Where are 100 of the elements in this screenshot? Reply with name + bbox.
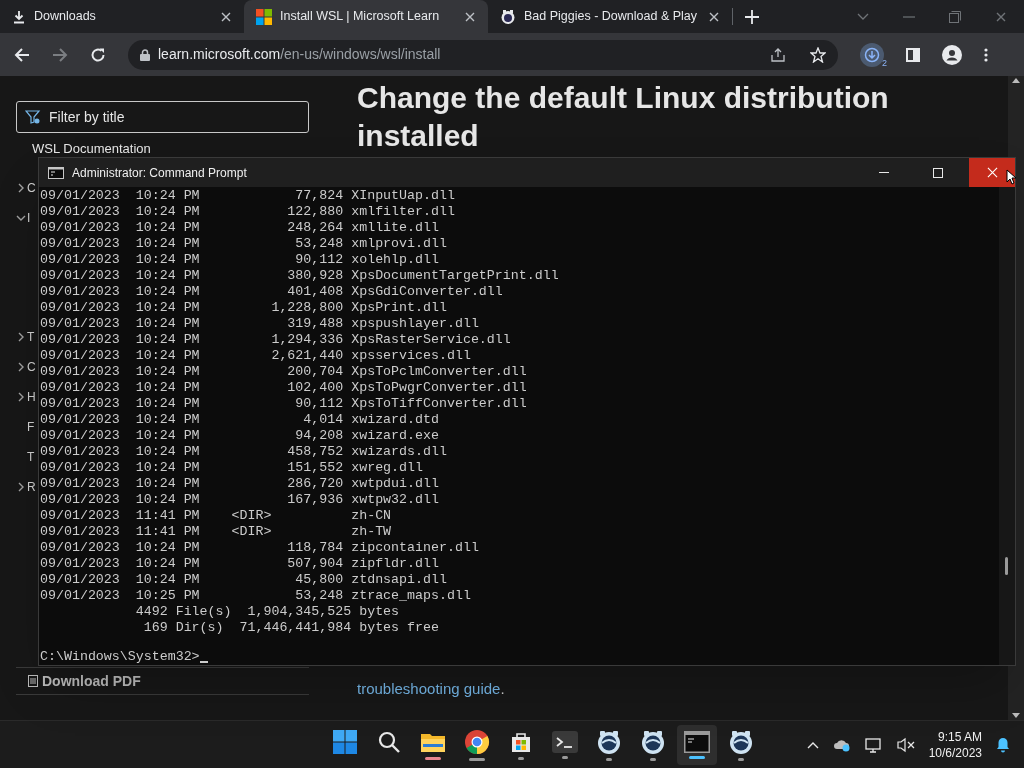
nav-item[interactable]: I xyxy=(27,211,31,225)
console-line: 09/01/2023 10:24 PM 2,621,440 xpsservices.dll xyxy=(40,348,472,364)
console-line: 09/01/2023 10:24 PM 286,720 xwtpdui.dll xyxy=(40,476,440,492)
terminal-icon xyxy=(552,730,579,753)
game-icon xyxy=(640,728,667,755)
scroll-down-icon[interactable] xyxy=(1012,713,1020,718)
side-panel-icon[interactable] xyxy=(906,47,920,62)
console-line: 09/01/2023 10:24 PM 1,294,336 XpsRasterService.dll xyxy=(40,332,512,348)
chevron-down-icon[interactable] xyxy=(857,12,869,21)
new-tab-icon[interactable] xyxy=(745,9,759,24)
chevron-right-icon[interactable] xyxy=(18,183,24,193)
command-prompt: C:\Windows\System32> xyxy=(40,649,200,665)
download-pdf-link[interactable]: Download PDF xyxy=(42,670,141,692)
close-icon[interactable] xyxy=(464,10,476,23)
close-icon xyxy=(986,167,998,178)
console-line: 4492 File(s) 1,904,345,525 bytes xyxy=(134,604,401,620)
console-line: 09/01/2023 10:24 PM 4,014 xwizard.dtd xyxy=(40,412,440,428)
close-icon[interactable] xyxy=(220,10,232,23)
nav-item[interactable]: H xyxy=(27,390,36,404)
filter-input[interactable]: Filter by title xyxy=(49,106,300,128)
forward-icon[interactable] xyxy=(52,46,68,63)
search-icon xyxy=(377,729,402,754)
nav-item[interactable]: R xyxy=(27,480,36,494)
filter-field[interactable]: Filter by title xyxy=(16,101,309,133)
page-heading: Change the default Linux distribution installed xyxy=(356,80,890,154)
reload-icon[interactable] xyxy=(90,46,106,63)
console-line: 09/01/2023 10:24 PM 167,936 xwtpw32.dll xyxy=(40,492,440,508)
menu-icon[interactable] xyxy=(984,47,988,62)
clock-date[interactable]: 10/6/2023 xyxy=(928,744,982,761)
console-line: 09/01/2023 10:24 PM 90,112 xolehlp.dll xyxy=(40,252,440,268)
console-line: 09/01/2023 10:24 PM 1,228,800 XpsPrint.dll xyxy=(40,300,448,316)
game-icon xyxy=(596,728,623,755)
console-icon xyxy=(684,730,711,753)
browser-tab[interactable]: Downloads xyxy=(0,0,244,33)
paragraph-text: troubleshooting guide. xyxy=(356,678,506,699)
chevron-right-icon[interactable] xyxy=(18,332,24,342)
console-line: 09/01/2023 10:24 PM 380,928 XpsDocumentTargetPrint.dll xyxy=(40,268,560,284)
console-line: 09/01/2023 11:41 PM <DIR> zh-TW xyxy=(40,524,393,540)
tab-title: Bad Piggies - Download & Play xyxy=(524,8,698,26)
document-icon xyxy=(28,675,38,687)
clock-time[interactable]: 9:15 AM xyxy=(938,728,982,745)
close-button[interactable] xyxy=(969,158,1015,187)
game-icon xyxy=(728,728,755,755)
share-icon[interactable] xyxy=(770,46,786,63)
bell-icon[interactable] xyxy=(996,736,1010,753)
monitor-icon[interactable] xyxy=(864,736,883,753)
console-line: 09/01/2023 10:24 PM 122,880 xmlfilter.dll xyxy=(40,204,456,220)
console-line: 09/01/2023 10:24 PM 248,264 xmllite.dll xyxy=(40,220,440,236)
chevron-right-icon[interactable] xyxy=(18,482,24,492)
console-scrollbar[interactable] xyxy=(999,187,1015,665)
lock-icon xyxy=(140,48,150,61)
nav-item[interactable]: T xyxy=(27,450,35,464)
console-line: 09/01/2023 10:24 PM 458,752 xwizards.dll xyxy=(40,444,448,460)
window-title: Administrator: Command Prompt xyxy=(72,164,248,182)
console-line: 09/01/2023 10:24 PM 319,488 xpspushlayer.dll xyxy=(40,316,480,332)
cloud-icon[interactable] xyxy=(832,737,851,752)
text-cursor xyxy=(199,661,208,663)
troubleshooting-link[interactable]: troubleshooting guide xyxy=(357,679,501,697)
nav-item[interactable]: F xyxy=(27,420,35,434)
chevron-right-icon[interactable] xyxy=(18,362,24,372)
console-line: 09/01/2023 10:24 PM 102,400 XpsToPwgrConverter.dll xyxy=(40,380,528,396)
console-line: 09/01/2023 10:24 PM 94,208 xwizard.exe xyxy=(40,428,440,444)
taskbar-app[interactable] xyxy=(677,724,718,765)
nav-item[interactable]: C xyxy=(27,181,36,195)
console-line: 09/01/2023 11:41 PM <DIR> zh-CN xyxy=(40,508,393,524)
tab-title: Downloads xyxy=(34,8,97,26)
console-line: 169 Dir(s) 71,446,441,984 bytes free xyxy=(142,620,440,636)
restore-icon[interactable] xyxy=(949,10,961,23)
browser-tab[interactable]: Bad Piggies - Download & Play xyxy=(488,0,732,33)
game-icon xyxy=(500,8,516,25)
windows-logo-icon xyxy=(333,729,358,754)
nav-header: WSL Documentation xyxy=(32,141,152,156)
address-bar[interactable]: learn.microsoft.com/en-us/windows/wsl/install xyxy=(128,39,838,70)
chevron-up-icon[interactable] xyxy=(806,740,819,749)
console-line: 09/01/2023 10:24 PM 53,248 xmlprovi.dll xyxy=(40,236,448,252)
profile-icon[interactable] xyxy=(942,44,962,65)
speaker-muted-icon[interactable] xyxy=(896,736,915,753)
console-line: 09/01/2023 10:24 PM 77,824 XInputUap.dll xyxy=(40,188,456,204)
download-count: 2 xyxy=(882,57,887,70)
filter-icon xyxy=(25,109,41,125)
download-icon xyxy=(12,9,26,24)
star-icon[interactable] xyxy=(810,46,826,63)
console-line: 09/01/2023 10:24 PM 45,800 ztdnsapi.dll xyxy=(40,572,448,588)
maximize-icon xyxy=(933,167,943,178)
scroll-up-icon[interactable] xyxy=(1012,78,1020,83)
console-line: 09/01/2023 10:24 PM 151,552 xwreg.dll xyxy=(40,460,424,476)
chevron-down-icon[interactable] xyxy=(16,215,26,221)
windows-logo-icon xyxy=(256,8,272,25)
chrome-icon xyxy=(464,728,491,755)
console-line: 09/01/2023 10:24 PM 200,704 XpsToPclmConverter.dll xyxy=(40,364,528,380)
chevron-right-icon[interactable] xyxy=(18,392,24,402)
console-line: 09/01/2023 10:25 PM 53,248 ztrace_maps.dll xyxy=(40,588,472,604)
nav-item[interactable]: C xyxy=(27,360,36,374)
console-line: 09/01/2023 10:24 PM 401,408 XpsGdiConverter.dll xyxy=(40,284,504,300)
close-icon[interactable] xyxy=(708,10,720,23)
tab-title: Install WSL | Microsoft Learn xyxy=(280,8,441,26)
browser-tab[interactable]: Install WSL | Microsoft Learn xyxy=(244,0,488,33)
nav-item[interactable]: T xyxy=(27,330,35,344)
back-icon[interactable] xyxy=(14,46,30,63)
console-icon xyxy=(48,166,64,179)
